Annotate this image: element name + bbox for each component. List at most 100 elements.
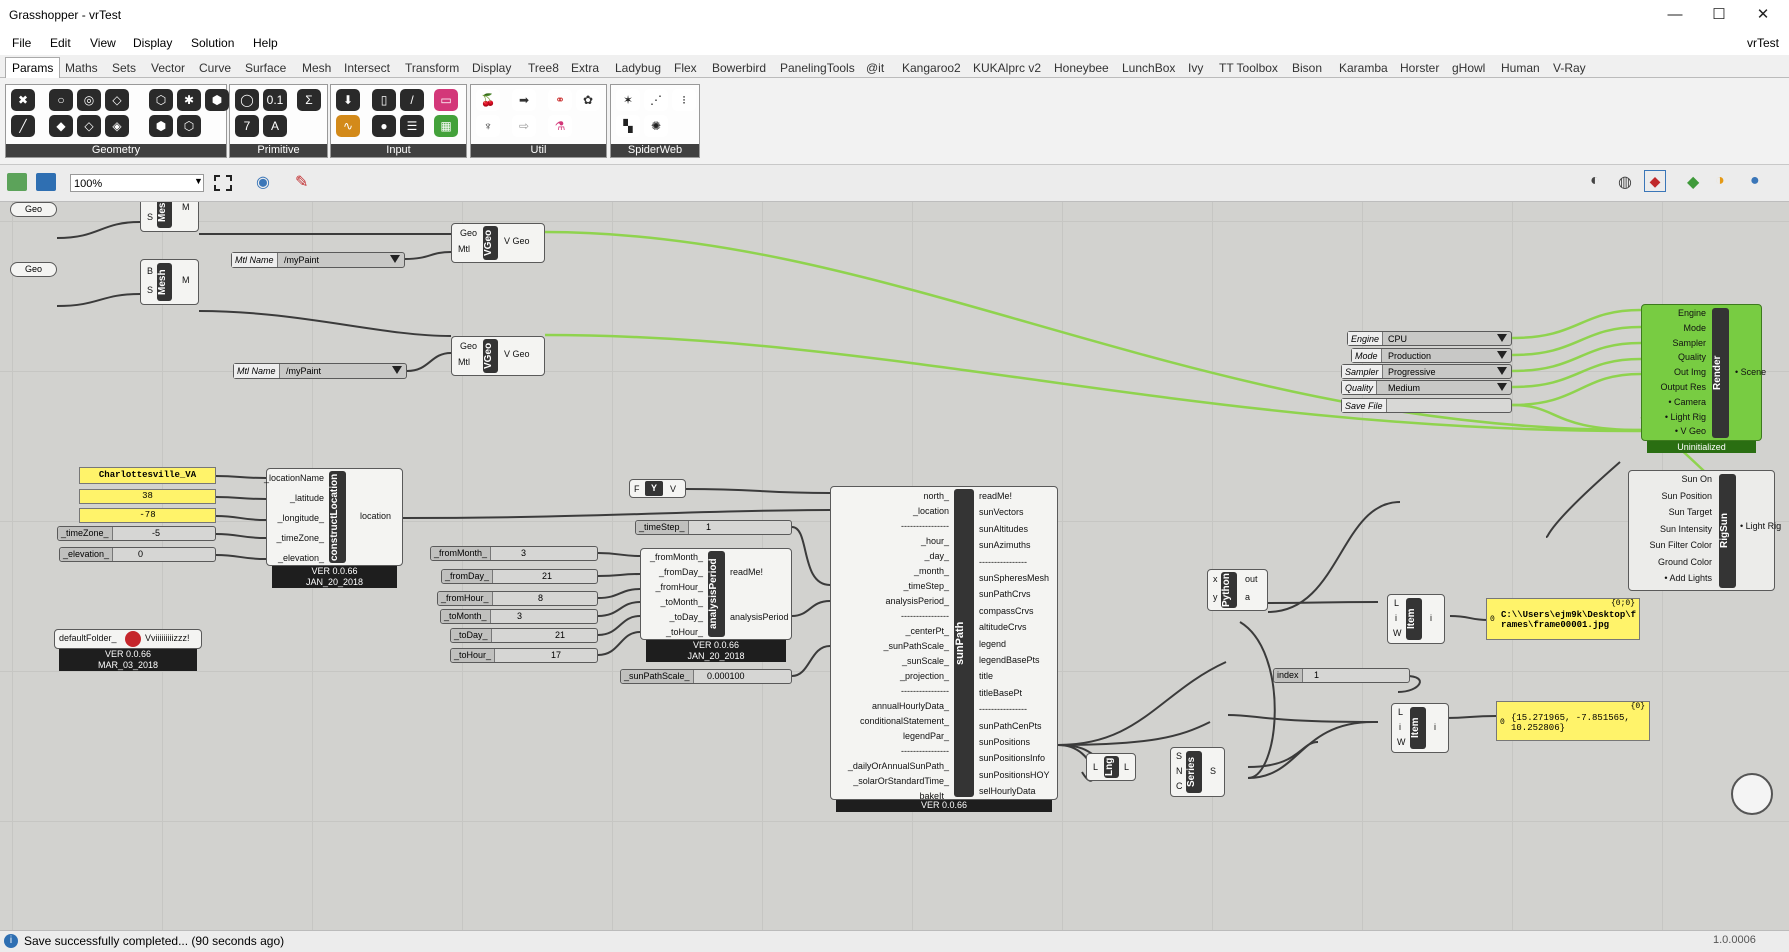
zoom-select[interactable]: 100%: [70, 174, 204, 192]
tab-transform[interactable]: Transform: [405, 61, 459, 75]
open-file-icon[interactable]: [7, 173, 27, 191]
graph-mapper-icon[interactable]: ∿: [336, 115, 360, 137]
tab-lunchbox[interactable]: LunchBox: [1122, 61, 1175, 75]
to-day-slider[interactable]: _toDay_ 21: [450, 628, 598, 643]
rigsun-component[interactable]: Sun On Sun Position Sun Target Sun Intensit…: [1628, 470, 1781, 591]
tab-karamba[interactable]: Karamba: [1339, 61, 1388, 75]
gradient-icon[interactable]: ▭: [434, 89, 458, 111]
tab-ivy[interactable]: Ivy: [1188, 61, 1203, 75]
sunpath-scale-slider[interactable]: _sunPathScale_ 0.000100: [620, 669, 792, 684]
maximize-button[interactable]: ☐: [1696, 0, 1742, 30]
brep-param-icon[interactable]: ✱: [177, 89, 201, 111]
tab-extra[interactable]: Extra: [571, 61, 599, 75]
to-month-slider[interactable]: _toMonth_ 3: [440, 609, 598, 624]
elevation-slider[interactable]: _elevation_ 0: [59, 547, 216, 562]
menu-solution[interactable]: Solution: [191, 36, 234, 50]
engine-list[interactable]: Engine CPU: [1347, 331, 1512, 346]
grasshopper-canvas[interactable]: Geo Geo B S Mesh M B S Mesh M Geo Mtl VG…: [0, 202, 1789, 930]
from-day-slider[interactable]: _fromDay_ 21: [441, 569, 598, 584]
tab-curve[interactable]: Curve: [199, 61, 231, 75]
selected-preview-icon[interactable]: ◆: [1687, 172, 1699, 192]
list-item-component-2[interactable]: L i W Item i: [1391, 703, 1449, 753]
to-hour-slider[interactable]: _toHour_ 17: [450, 648, 598, 663]
surface-param-icon[interactable]: ◈: [105, 115, 129, 137]
menu-view[interactable]: View: [90, 36, 116, 50]
circle-param-icon[interactable]: ○: [49, 89, 73, 111]
chevron-down-icon[interactable]: [1497, 383, 1507, 391]
text-param-icon[interactable]: A: [263, 115, 287, 137]
vector-param-icon[interactable]: ⬡: [177, 115, 201, 137]
tab-at-it[interactable]: @it: [866, 61, 884, 75]
geometry-param-icon[interactable]: ✖: [11, 89, 35, 111]
from-month-slider[interactable]: _fromMonth_ 3: [430, 546, 598, 561]
spiderweb-node-icon[interactable]: ⁝: [672, 89, 696, 111]
tab-sets[interactable]: Sets: [112, 61, 136, 75]
document-preview-icon[interactable]: ●: [1750, 172, 1760, 190]
sketch-pen-icon[interactable]: ✎: [295, 172, 308, 192]
tab-honeybee[interactable]: Honeybee: [1054, 61, 1109, 75]
tab-display[interactable]: Display: [472, 61, 511, 75]
tab-vector[interactable]: Vector: [151, 61, 185, 75]
data-dam-icon[interactable]: ♆: [476, 115, 500, 137]
quality-list[interactable]: Quality Medium: [1341, 380, 1512, 395]
preview-eye-icon[interactable]: ◉: [256, 172, 270, 192]
relay-icon[interactable]: ➡: [512, 89, 536, 111]
tab-surface[interactable]: Surface: [245, 61, 286, 75]
construct-location-component[interactable]: _locationName _latitude _longitude_ _tim…: [264, 468, 403, 566]
import-icon[interactable]: ⬇: [336, 89, 360, 111]
material-preview-icon[interactable]: ◑: [1715, 172, 1725, 190]
analysis-period-component[interactable]: _fromMonth_ _fromDay_ _fromHour_ _toMont…: [640, 548, 792, 640]
chevron-down-icon[interactable]: ▼: [194, 176, 203, 186]
tab-vray[interactable]: V-Ray: [1553, 61, 1586, 75]
sun-position-panel[interactable]: {0} 0 {15.271965, -7.851565, 10.252806}: [1496, 701, 1650, 741]
tab-params[interactable]: Params: [5, 57, 61, 79]
menu-edit[interactable]: Edit: [50, 36, 71, 50]
mtl-name-list-2[interactable]: Mtl Name /myPaint: [233, 363, 407, 379]
mtl-name-list-1[interactable]: Mtl Name /myPaint: [231, 252, 405, 268]
minimize-button[interactable]: —: [1652, 0, 1698, 30]
tab-tree8[interactable]: Tree8: [528, 61, 559, 75]
chevron-down-icon[interactable]: [390, 255, 400, 263]
number-param-icon[interactable]: 0.1: [263, 89, 287, 111]
close-button[interactable]: ✕: [1740, 0, 1786, 30]
tab-maths[interactable]: Maths: [65, 61, 98, 75]
spiderweb-grid-icon[interactable]: ▚: [616, 115, 640, 137]
flask-icon[interactable]: ⚗: [548, 115, 572, 137]
tab-kukaprc[interactable]: KUKAlprc v2: [973, 61, 1041, 75]
tab-mesh[interactable]: Mesh: [302, 61, 331, 75]
fitness-icon[interactable]: ⚭: [548, 89, 572, 111]
chevron-down-icon[interactable]: [392, 366, 402, 374]
display-mode-icon[interactable]: ◐: [1590, 172, 1600, 190]
file-path-icon[interactable]: ▯: [372, 89, 396, 111]
path-param-icon[interactable]: Σ: [297, 89, 321, 111]
chevron-down-icon[interactable]: [1497, 351, 1507, 359]
twisted-box-param-icon[interactable]: ⬢: [149, 115, 173, 137]
tab-ladybug[interactable]: Ladybug: [615, 61, 661, 75]
plane-param-icon[interactable]: ◆: [49, 115, 73, 137]
cluster-icon[interactable]: ✿: [576, 89, 600, 111]
canvas-navigation-icon[interactable]: [1731, 773, 1773, 815]
mode-list[interactable]: Mode Production: [1351, 348, 1512, 363]
field-param-icon[interactable]: ⬢: [205, 89, 229, 111]
mesh-param-icon[interactable]: ◇: [105, 89, 129, 111]
list-length-component[interactable]: L Lng L: [1086, 753, 1136, 781]
list-item-component-1[interactable]: L i W Item i: [1387, 594, 1445, 644]
tab-ghowl[interactable]: gHowl: [1452, 61, 1485, 75]
chevron-down-icon[interactable]: [1497, 367, 1507, 375]
wireframe-icon[interactable]: ◍: [1618, 172, 1632, 192]
vgeo-component-2[interactable]: Geo Mtl VGeo V Geo: [451, 336, 545, 376]
save-file-param[interactable]: Save File: [1341, 398, 1512, 413]
render-component[interactable]: Engine Mode Sampler Quality Out Img Output Re…: [1641, 304, 1766, 441]
menu-help[interactable]: Help: [253, 36, 278, 50]
tab-horster[interactable]: Horster: [1400, 61, 1439, 75]
tab-bison[interactable]: Bison: [1292, 61, 1322, 75]
spiderweb-graph-icon[interactable]: ✶: [616, 89, 640, 111]
tab-human[interactable]: Human: [1501, 61, 1540, 75]
tab-panelingtools[interactable]: PanelingTools: [780, 61, 855, 75]
mesh-component-2[interactable]: B S Mesh M: [140, 259, 199, 305]
sampler-list[interactable]: Sampler Progressive: [1341, 364, 1512, 379]
file-path-panel[interactable]: {0;0} 0 C:\\Users\ejm9k\Desktop\frames\f…: [1486, 598, 1640, 640]
tab-bowerbird[interactable]: Bowerbird: [712, 61, 766, 75]
timestep-slider[interactable]: _timeStep_ 1: [635, 520, 792, 535]
menu-file[interactable]: File: [12, 36, 31, 50]
